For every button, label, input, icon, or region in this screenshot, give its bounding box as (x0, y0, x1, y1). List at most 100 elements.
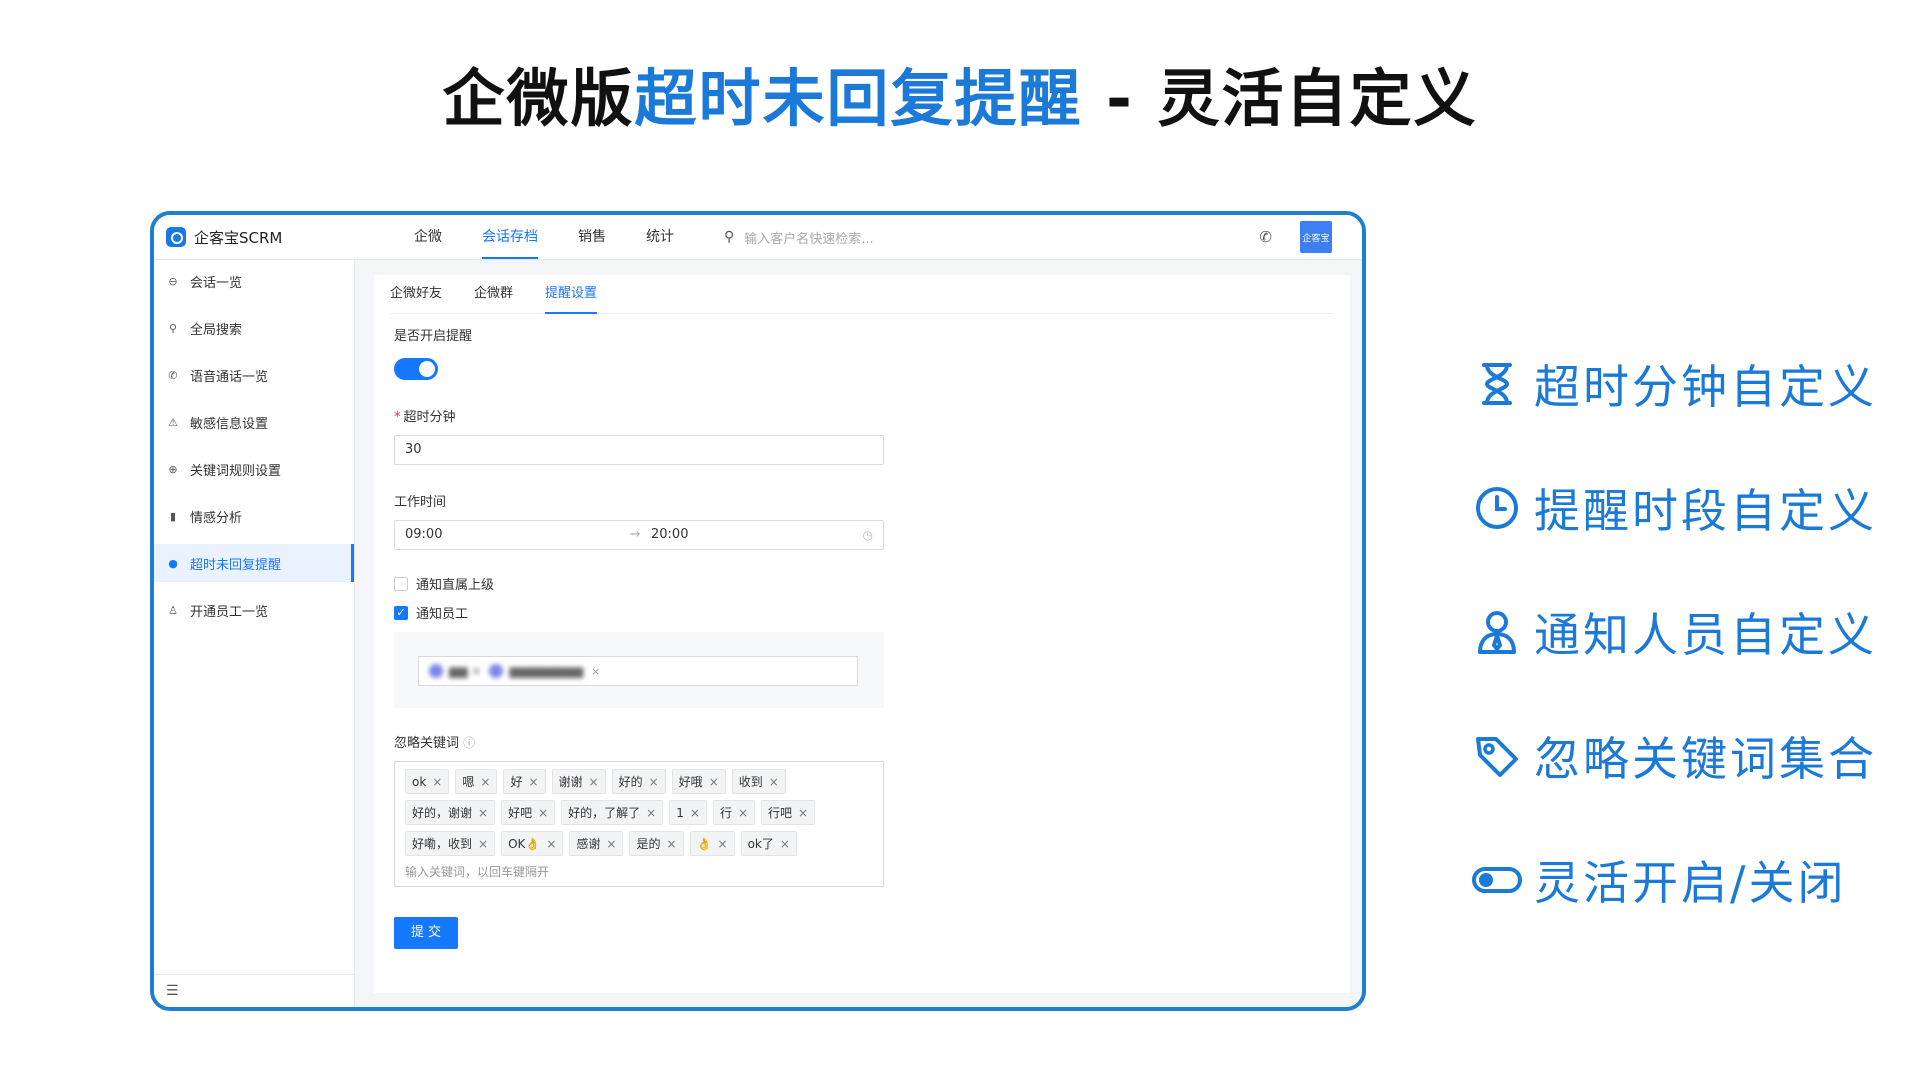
sidebar-item-label: 超时未回复提醒 (190, 557, 282, 573)
staff-chip: ▆▆▆▆▆▆▆▆ (489, 664, 583, 678)
timeout-minutes-input[interactable]: 30 (394, 435, 884, 465)
keyword-tag: 好哦 × (671, 769, 726, 794)
sidebar-item-label: 语音通话一览 (190, 369, 269, 385)
enable-reminder-toggle[interactable] (394, 358, 438, 380)
tag-icon (1476, 737, 1518, 777)
sidebar: ⊖ 会话一览 ⚲ 全局搜索 ✆ 语音通话一览 ⚠ 敏感信息设置 ⊕ 关键词规则设… (154, 260, 355, 1007)
work-time-label: 工作时间 (394, 495, 447, 510)
logo-text: 企客宝SCRM (194, 228, 283, 247)
sidebar-item-sentiment[interactable]: ▮ 情感分析 (154, 497, 354, 535)
person-icon (1478, 611, 1516, 654)
top-nav-item-sales[interactable]: 销售 (558, 215, 626, 259)
top-nav: 企微 会话存档 销售 统计 (394, 215, 694, 259)
keyword-input[interactable]: 输入关键词，以回车键隔开 (405, 863, 873, 880)
sidebar-item-label: 敏感信息设置 (190, 416, 269, 432)
collapse-menu-icon[interactable]: ☰ (154, 974, 354, 1007)
tab-qiwei-friends[interactable]: 企微好友 (390, 275, 442, 313)
close-icon[interactable]: × (649, 775, 659, 789)
close-icon[interactable]: × (538, 806, 548, 820)
sidebar-item-global-search[interactable]: ⚲ 全局搜索 (154, 309, 354, 347)
close-icon[interactable]: × (780, 837, 790, 851)
bar-chart-icon: ▮ (169, 509, 177, 523)
keyword-search-icon: ⊕ (168, 462, 178, 476)
close-icon[interactable]: × (769, 775, 779, 789)
keyword-tag: 嗯 × (455, 769, 498, 794)
tab-qiwei-groups[interactable]: 企微群 (474, 275, 513, 313)
sidebar-item-label: 会话一览 (190, 275, 243, 291)
feature-item-keywords: 忽略关键词集合 (1470, 694, 1877, 818)
top-bar: 企客宝SCRM 企微 会话存档 销售 统计 ⚲ 输入客户名快速检索... ✆ 企… (154, 215, 1362, 260)
close-icon[interactable]: × (738, 806, 748, 820)
pin-icon: ● (168, 556, 178, 570)
keyword-tag: 👌 × (689, 831, 735, 856)
notify-superior-checkbox[interactable] (394, 576, 408, 591)
close-icon[interactable]: × (591, 665, 600, 678)
search-icon: ⚲ (168, 321, 178, 335)
notify-staff-row[interactable]: ✓ 通知员工 (394, 603, 884, 622)
sidebar-item-timeout-reminder[interactable]: ● 超时未回复提醒 (154, 544, 354, 582)
avatar[interactable]: 企客宝 (1300, 221, 1332, 253)
staff-select-input[interactable]: ▆▆ × ▆▆▆▆▆▆▆▆ × (418, 656, 858, 686)
keyword-tag: 感谢 × (569, 831, 624, 856)
close-icon[interactable]: × (718, 837, 728, 851)
keyword-tag: 好吧 × (501, 800, 556, 825)
close-icon[interactable]: × (709, 775, 719, 789)
tab-reminder-settings[interactable]: 提醒设置 (545, 275, 598, 314)
notify-superior-row[interactable]: 通知直属上级 (394, 574, 884, 593)
work-time-range-picker[interactable]: 09:00 → 20:00 ◷ (394, 520, 884, 550)
search-input[interactable]: 输入客户名快速检索... (744, 228, 873, 247)
close-icon[interactable]: × (646, 806, 656, 820)
work-time-start[interactable]: 09:00 (405, 521, 625, 549)
feature-item-toggle: 灵活开启/关闭 (1470, 818, 1877, 942)
warning-icon: ⚠ (168, 415, 178, 429)
top-search[interactable]: ⚲ 输入客户名快速检索... (724, 228, 874, 247)
close-icon[interactable]: × (546, 837, 556, 851)
keyword-tag: 好的，谢谢 × (405, 800, 496, 825)
notify-staff-panel: ▆▆ × ▆▆▆▆▆▆▆▆ × (394, 632, 884, 708)
keyword-tag-input[interactable]: ok × 嗯 × 好 × 谢谢 × 好的 × 好哦 × 收到 × 好的，谢谢 × 好吧 × 好的，… (394, 761, 884, 887)
top-nav-item-stats[interactable]: 统计 (626, 215, 694, 259)
close-icon[interactable]: × (798, 806, 808, 820)
keyword-list: ok × 嗯 × 好 × 谢谢 × 好的 × 好哦 × 收到 × 好的，谢谢 × 好吧 × 好的，… (405, 766, 873, 859)
keyword-tag: 好 × (503, 769, 546, 794)
main-content: 企微好友 企微群 提醒设置 是否开启提醒 * 超时分钟 30 工作时间 09:00… (374, 275, 1350, 993)
notify-superior-label: 通知直属上级 (416, 578, 495, 593)
submit-button[interactable]: 提 交 (394, 917, 458, 949)
sidebar-item-keyword-rules[interactable]: ⊕ 关键词规则设置 (154, 450, 354, 488)
close-icon[interactable]: × (589, 775, 599, 789)
app-logo[interactable]: 企客宝SCRM (166, 227, 394, 248)
top-nav-item-qiwei[interactable]: 企微 (394, 215, 462, 259)
close-icon[interactable]: × (432, 775, 442, 789)
search-icon: ⚲ (724, 229, 735, 245)
sidebar-item-voice-calls[interactable]: ✆ 语音通话一览 (154, 356, 354, 394)
user-icon: ♙ (168, 603, 178, 617)
clock-icon: ◷ (862, 528, 873, 542)
feature-label: 提醒时段自定义 (1534, 484, 1877, 538)
ignore-keywords-label: 忽略关键词 ⓘ (394, 736, 476, 751)
help-icon[interactable]: ⓘ (463, 736, 475, 750)
work-time-end[interactable]: 20:00 (651, 521, 863, 549)
feature-item-timeout: 超时分钟自定义 (1470, 322, 1877, 446)
close-icon[interactable]: × (690, 806, 700, 820)
sidebar-item-staff-list[interactable]: ♙ 开通员工一览 (154, 591, 354, 629)
keyword-tag: 行 × (712, 800, 756, 825)
close-icon[interactable]: × (528, 775, 538, 789)
sidebar-item-sensitive-info[interactable]: ⚠ 敏感信息设置 (154, 403, 354, 441)
sidebar-item-chat-list[interactable]: ⊖ 会话一览 (154, 262, 354, 300)
close-icon[interactable]: × (480, 775, 490, 789)
close-icon[interactable]: × (667, 837, 677, 851)
phone-icon: ✆ (168, 368, 178, 382)
top-nav-item-archive[interactable]: 会话存档 (462, 215, 558, 259)
close-icon[interactable]: × (478, 837, 488, 851)
close-icon[interactable]: × (606, 837, 616, 851)
sidebar-item-label: 开通员工一览 (190, 604, 269, 620)
close-icon[interactable]: × (478, 806, 488, 820)
sidebar-item-label: 全局搜索 (190, 322, 243, 338)
keyword-tag: 好的，了解了 × (561, 800, 664, 825)
title-highlight: 超时未回复提醒 (634, 62, 1083, 135)
page-title: 企微版超时未回复提醒 - 灵活自定义 (0, 48, 1920, 138)
notify-staff-checkbox[interactable]: ✓ (394, 605, 408, 620)
keyword-tag: ok了 × (740, 831, 797, 856)
feature-item-notify: 通知人员自定义 (1470, 570, 1877, 694)
phone-icon[interactable]: ✆ (1259, 228, 1272, 246)
